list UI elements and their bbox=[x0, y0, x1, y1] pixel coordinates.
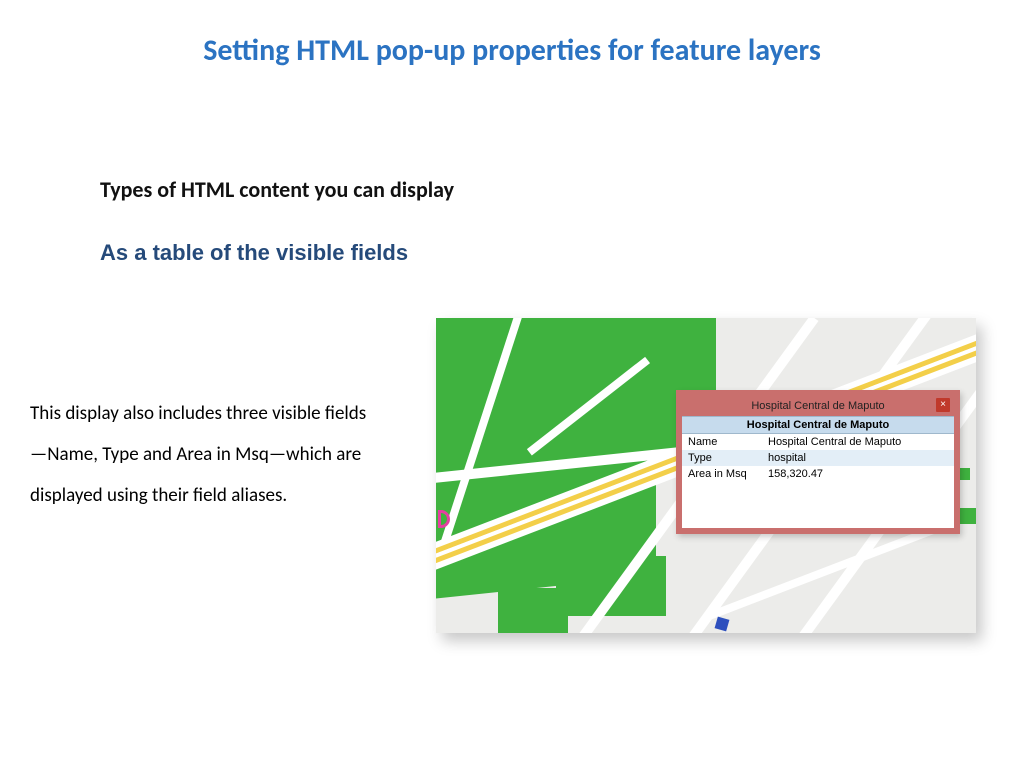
popup-body: Hospital Central de Maputo Name Hospital… bbox=[682, 416, 954, 528]
slide-title: Setting HTML pop-up properties for featu… bbox=[0, 32, 1024, 70]
table-row: Area in Msq 158,320.47 bbox=[682, 466, 954, 482]
popup-header: Hospital Central de Maputo bbox=[682, 416, 954, 434]
feature-popup: Hospital Central de Maputo × Hospital Ce… bbox=[676, 390, 960, 534]
table-row: Type hospital bbox=[682, 450, 954, 466]
field-value: 158,320.47 bbox=[762, 466, 954, 482]
close-icon[interactable]: × bbox=[936, 398, 950, 412]
popup-titlebar: Hospital Central de Maputo × bbox=[682, 396, 954, 416]
map-parcel bbox=[498, 588, 568, 633]
field-label: Name bbox=[682, 434, 762, 450]
subtitle: As a table of the visible fields bbox=[100, 240, 408, 266]
field-label: Area in Msq bbox=[682, 466, 762, 482]
field-value: Hospital Central de Maputo bbox=[762, 434, 954, 450]
map-parcel bbox=[556, 556, 666, 616]
field-label: Type bbox=[682, 450, 762, 466]
slide: Setting HTML pop-up properties for featu… bbox=[0, 0, 1024, 768]
section-heading: Types of HTML content you can display bbox=[100, 176, 454, 203]
map-building-marker bbox=[715, 617, 730, 632]
table-row: Name Hospital Central de Maputo bbox=[682, 434, 954, 450]
field-value: hospital bbox=[762, 450, 954, 466]
popup-window-title: Hospital Central de Maputo bbox=[751, 400, 884, 412]
popup-fields-table: Name Hospital Central de Maputo Type hos… bbox=[682, 434, 954, 482]
map-screenshot: Hospital Central de Maputo × Hospital Ce… bbox=[436, 318, 976, 633]
body-text: This display also includes three visible… bbox=[30, 394, 370, 517]
